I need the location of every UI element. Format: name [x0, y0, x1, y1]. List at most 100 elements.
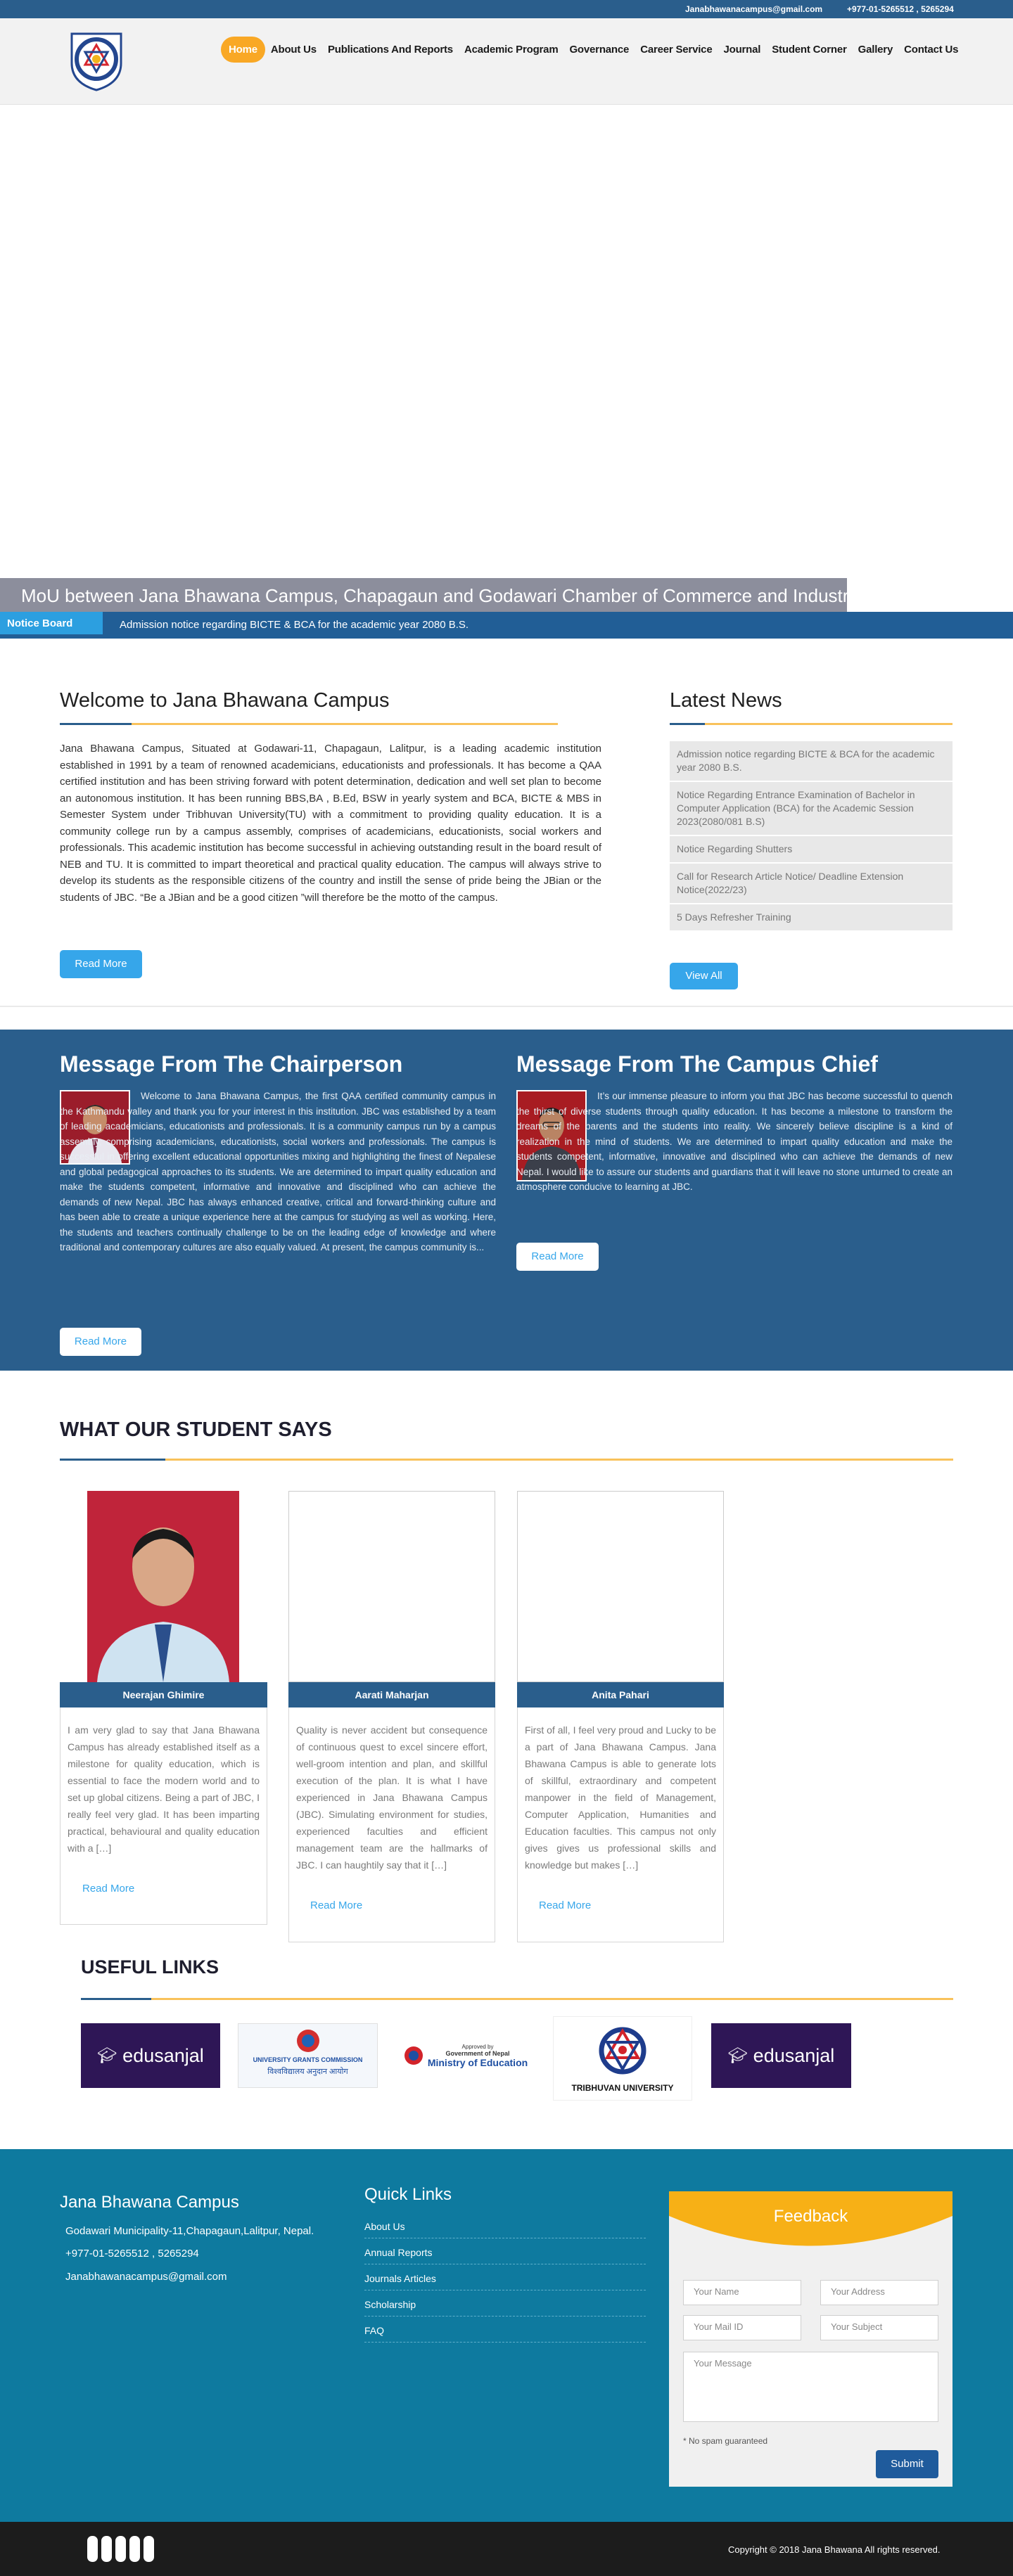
nav-career-service[interactable]: Career Service	[635, 38, 718, 61]
graduation-cap-icon: 🎓︎	[727, 2046, 748, 2064]
feedback-message-textarea[interactable]: Your Message	[683, 2352, 938, 2422]
quick-link-annual-reports[interactable]: Annual Reports	[364, 2238, 646, 2264]
campus-chief-message: It’s our immense pleasure to inform you …	[516, 1091, 953, 1192]
welcome-underline	[60, 723, 558, 725]
nav-contact-us[interactable]: Contact Us	[898, 38, 964, 61]
nav-about-us[interactable]: About Us	[265, 38, 322, 61]
hero-slider[interactable]	[0, 105, 1013, 612]
quick-link-journals[interactable]: Journals Articles	[364, 2264, 646, 2290]
latest-news-title: Latest News	[670, 689, 782, 712]
testimonial-name: Neerajan Ghimire	[60, 1682, 267, 1707]
campus-logo[interactable]	[69, 28, 124, 91]
testimonial-name: Aarati Maharjan	[288, 1682, 495, 1707]
social-icon[interactable]	[129, 2536, 140, 2562]
useful-links-title: USEFUL LINKS	[81, 1956, 219, 1978]
nav-publications[interactable]: Publications And Reports	[322, 38, 459, 61]
edusanjal-label: edusanjal	[753, 2044, 835, 2066]
nav-home[interactable]: Home	[221, 36, 265, 63]
main-nav: Home About Us Publications And Reports A…	[221, 34, 964, 65]
moe-link[interactable]: Approved by Government of Nepal Ministry…	[396, 2023, 535, 2088]
social-icon[interactable]	[144, 2536, 154, 2562]
copyright: Copyright © 2018 Jana Bhawana All rights…	[728, 2544, 941, 2555]
ugc-label-nepali: विश्वविद्यालय अनुदान आयोग	[267, 2068, 348, 2076]
edusanjal-link[interactable]: 🎓︎ edusanjal	[81, 2023, 220, 2088]
nav-gallery[interactable]: Gallery	[853, 38, 898, 61]
nav-journal[interactable]: Journal	[718, 38, 766, 61]
tu-link[interactable]: TRIBHUVAN UNIVERSITY	[553, 2016, 692, 2101]
student-photo	[87, 1491, 239, 1682]
useful-links-underline	[81, 1998, 953, 2000]
no-spam-note: * No spam guaranteed	[683, 2436, 768, 2446]
news-list: Admission notice regarding BICTE & BCA f…	[670, 741, 953, 932]
news-item[interactable]: 5 Days Refresher Training	[670, 904, 953, 932]
ugc-link[interactable]: UNIVERSITY GRANTS COMMISSION विश्वविद्या…	[238, 2023, 378, 2088]
notice-label: Notice Board	[0, 612, 103, 634]
tu-logo-icon	[594, 2020, 651, 2083]
student-photo-broken	[517, 1491, 724, 1682]
notice-ticker[interactable]: Admission notice regarding BICTE & BCA f…	[120, 619, 469, 631]
chairperson-title: Message From The Chairperson	[60, 1051, 403, 1077]
testimonial-read-more-link[interactable]: Read More	[310, 1899, 362, 1911]
edusanjal-label: edusanjal	[122, 2044, 204, 2066]
graduation-cap-icon: 🎓︎	[97, 2046, 117, 2064]
top-email[interactable]: Janabhawanacampus@gmail.com	[685, 4, 822, 14]
welcome-read-more-button[interactable]: Read More	[60, 950, 142, 978]
nepal-emblem-icon	[404, 2042, 423, 2070]
edusanjal-link[interactable]: 🎓︎ edusanjal	[711, 2023, 851, 2088]
nav-academic-program[interactable]: Academic Program	[459, 38, 564, 61]
news-item[interactable]: Notice Regarding Shutters	[670, 836, 953, 864]
testimonial-read-more-link[interactable]: Read More	[82, 1883, 134, 1895]
feedback-address-input[interactable]: Your Address	[820, 2280, 938, 2305]
testimonial-name: Anita Pahari	[517, 1682, 724, 1707]
section-divider	[0, 1006, 1013, 1007]
ugc-label: UNIVERSITY GRANTS COMMISSION	[253, 2056, 363, 2063]
feedback-subject-input[interactable]: Your Subject	[820, 2315, 938, 2340]
view-all-news-button[interactable]: View All	[670, 963, 738, 989]
top-bar: Janabhawanacampus@gmail.com +977-01-5265…	[0, 0, 1013, 18]
moe-name-label: Ministry of Education	[427, 2056, 528, 2068]
testimonials-underline	[60, 1459, 953, 1461]
social-icons	[87, 2536, 154, 2562]
chairperson-read-more-button[interactable]: Read More	[60, 1328, 141, 1356]
footer-title: Jana Bhawana Campus	[60, 2193, 239, 2212]
social-icon[interactable]	[87, 2536, 98, 2562]
footer-address: Godawari Municipality-11,Chapagaun,Lalit…	[65, 2225, 314, 2237]
tu-label: TRIBHUVAN UNIVERSITY	[571, 2083, 674, 2093]
feedback-name-input[interactable]: Your Name	[683, 2280, 801, 2305]
quick-link-faq[interactable]: FAQ	[364, 2317, 646, 2343]
student-photo-broken	[288, 1491, 495, 1682]
top-phone[interactable]: +977-01-5265512 , 5265294	[847, 4, 954, 14]
testimonials-title: WHAT OUR STUDENT SAYS	[60, 1418, 332, 1441]
news-item[interactable]: Call for Research Article Notice/ Deadli…	[670, 864, 953, 904]
news-underline	[670, 723, 953, 725]
testimonial-text: I am very glad to say that Jana Bhawana …	[68, 1724, 260, 1854]
feedback-title: Feedback	[773, 2207, 848, 2226]
moe-approved-label: Approved by	[461, 2043, 494, 2050]
footer-email[interactable]: Janabhawanacampus@gmail.com	[65, 2271, 227, 2283]
quick-link-about-us[interactable]: About Us	[364, 2212, 646, 2238]
moe-gov-label: Government of Nepal	[445, 2049, 510, 2057]
quick-link-scholarship[interactable]: Scholarship	[364, 2290, 646, 2317]
feedback-submit-button[interactable]: Submit	[876, 2450, 938, 2478]
testimonial-text: First of all, I feel very proud and Luck…	[525, 1724, 716, 1871]
social-icon[interactable]	[115, 2536, 126, 2562]
nav-student-corner[interactable]: Student Corner	[766, 38, 852, 61]
footer-phone[interactable]: +977-01-5265512 , 5265294	[65, 2248, 199, 2260]
slider-caption: MoU between Jana Bhawana Campus, Chapaga…	[0, 578, 858, 612]
feedback-header: Feedback	[669, 2191, 953, 2251]
feedback-mail-input[interactable]: Your Mail ID	[683, 2315, 801, 2340]
chairperson-message: Welcome to Jana Bhawana Campus, the firs…	[60, 1091, 496, 1252]
social-icon[interactable]	[101, 2536, 112, 2562]
quick-links-list: About Us Annual Reports Journals Article…	[364, 2212, 646, 2343]
welcome-body: Jana Bhawana Campus, Situated at Godawar…	[60, 743, 601, 904]
testimonial-read-more-link[interactable]: Read More	[539, 1899, 591, 1911]
nav-governance[interactable]: Governance	[563, 38, 635, 61]
quick-links-title: Quick Links	[364, 2185, 452, 2204]
welcome-title: Welcome to Jana Bhawana Campus	[60, 689, 390, 712]
campus-chief-title: Message From The Campus Chief	[516, 1051, 878, 1077]
campus-chief-read-more-button[interactable]: Read More	[516, 1243, 599, 1271]
testimonial-text: Quality is never accident but consequenc…	[296, 1724, 488, 1871]
news-item[interactable]: Admission notice regarding BICTE & BCA f…	[670, 741, 953, 782]
news-item[interactable]: Notice Regarding Entrance Examination of…	[670, 782, 953, 836]
ugc-emblem-icon	[294, 2028, 322, 2053]
